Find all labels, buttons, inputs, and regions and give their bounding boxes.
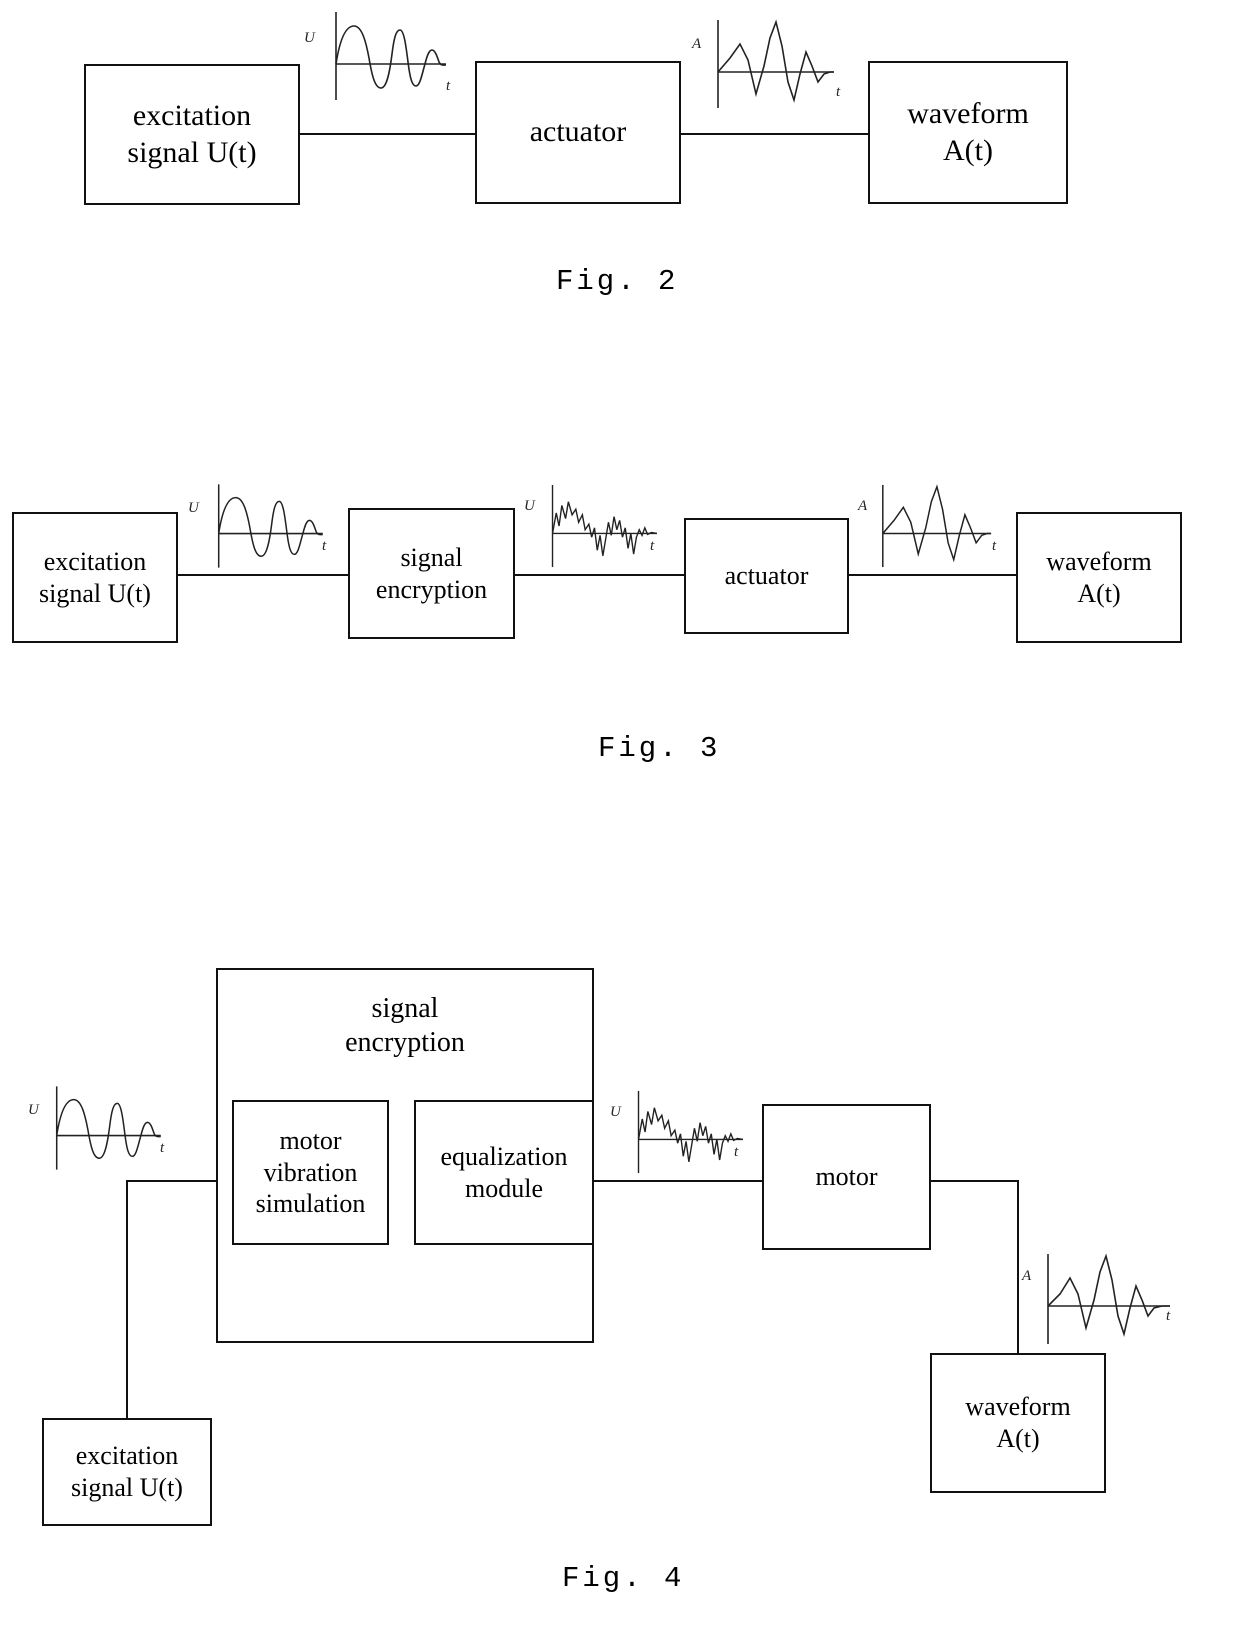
fig3-waveform-plot-encrypted-svg [551, 484, 658, 568]
signal-trace [717, 19, 834, 103]
fig3-signal-encryption-label: signal encryption [375, 542, 488, 604]
fig2-waveform-box[interactable]: waveform A(t) [868, 61, 1068, 204]
fig3-waveform-box[interactable]: waveform A(t) [1016, 512, 1182, 643]
fig4-conn-motor-waveform [931, 1180, 1019, 1353]
fig3-actuator-box[interactable]: actuator [684, 518, 849, 634]
fig4-excitation-signal-label: excitation signal U(t) [71, 1441, 183, 1502]
fig4-wf-enc-xlabel: t [734, 1144, 739, 1160]
fig3-wf-enc-ylabel: U [524, 498, 535, 514]
fig4-signal-encryption-label: signal encryption [345, 993, 465, 1059]
fig2-waveform-label: waveform A(t) [907, 96, 1029, 167]
fig4-waveform-plot-a-svg [1047, 1253, 1170, 1344]
signal-trace [551, 501, 658, 556]
fig2-actuator-box[interactable]: actuator [475, 61, 681, 204]
fig4-wf-a-xlabel: t [1166, 1308, 1171, 1324]
fig2-excitation-signal-label: excitation signal U(t) [127, 98, 257, 169]
fig4-wf-a-ylabel: A [1022, 1268, 1032, 1284]
fig3-signal-encryption-box[interactable]: signal encryption [348, 508, 515, 639]
fig4-equalization-module-label: equalization module [440, 1141, 568, 1203]
fig4-wf-enc-ylabel: U [610, 1104, 621, 1120]
signal-trace [217, 496, 323, 558]
signal-trace [335, 25, 447, 89]
fig3-waveform-plot-a-svg [882, 484, 992, 568]
fig4-motor-vibration-simulation-label: motor vibration simulation [255, 1125, 366, 1219]
signal-trace [637, 1107, 744, 1162]
fig3-actuator-label: actuator [724, 561, 809, 591]
fig3-wf-u-ylabel: U [188, 500, 199, 516]
fig3-caption: Fig. 3 [598, 732, 721, 765]
fig2-excitation-signal-box[interactable]: excitation signal U(t) [84, 64, 300, 205]
fig3-excitation-signal-label: excitation signal U(t) [39, 546, 151, 608]
fig2-caption: Fig. 2 [556, 265, 679, 298]
fig3-excitation-signal-box[interactable]: excitation signal U(t) [12, 512, 178, 643]
fig4-motor-label: motor [815, 1162, 878, 1192]
signal-trace [882, 484, 992, 563]
fig4-waveform-box[interactable]: waveform A(t) [930, 1353, 1106, 1493]
fig3-wf-a-ylabel: A [858, 498, 868, 514]
signal-trace [1047, 1253, 1170, 1337]
fig2-wf-u-xlabel: t [446, 78, 451, 94]
fig3-waveform-plot-u-svg [217, 484, 323, 568]
fig4-wf-u-ylabel: U [28, 1102, 39, 1118]
fig2-wf-a-xlabel: t [836, 84, 841, 100]
fig4-motor-box[interactable]: motor [762, 1104, 931, 1250]
fig4-wf-u-xlabel: t [160, 1140, 165, 1156]
fig4-waveform-plot-u-svg [55, 1086, 161, 1170]
fig4-motor-vibration-simulation-box[interactable]: motor vibration simulation [232, 1100, 389, 1245]
fig4-caption: Fig. 4 [562, 1562, 685, 1595]
fig2-wf-u-ylabel: U [304, 30, 315, 46]
fig3-wf-u-xlabel: t [322, 538, 327, 554]
fig2-waveform-plot-u-svg [335, 12, 447, 100]
fig2-actuator-label: actuator [529, 115, 627, 149]
fig4-waveform-plot-encrypted-svg [637, 1090, 744, 1174]
signal-trace [55, 1098, 161, 1160]
fig2-waveform-plot-a-svg [717, 19, 834, 108]
fig4-waveform-label: waveform A(t) [965, 1392, 1071, 1453]
fig3-wf-enc-xlabel: t [650, 538, 655, 554]
fig2-wf-a-ylabel: A [692, 36, 702, 52]
fig3-waveform-label: waveform A(t) [1046, 546, 1152, 608]
fig3-wf-a-xlabel: t [992, 538, 997, 554]
fig4-excitation-signal-box[interactable]: excitation signal U(t) [42, 1418, 212, 1526]
fig4-equalization-module-box[interactable]: equalization module [414, 1100, 594, 1245]
